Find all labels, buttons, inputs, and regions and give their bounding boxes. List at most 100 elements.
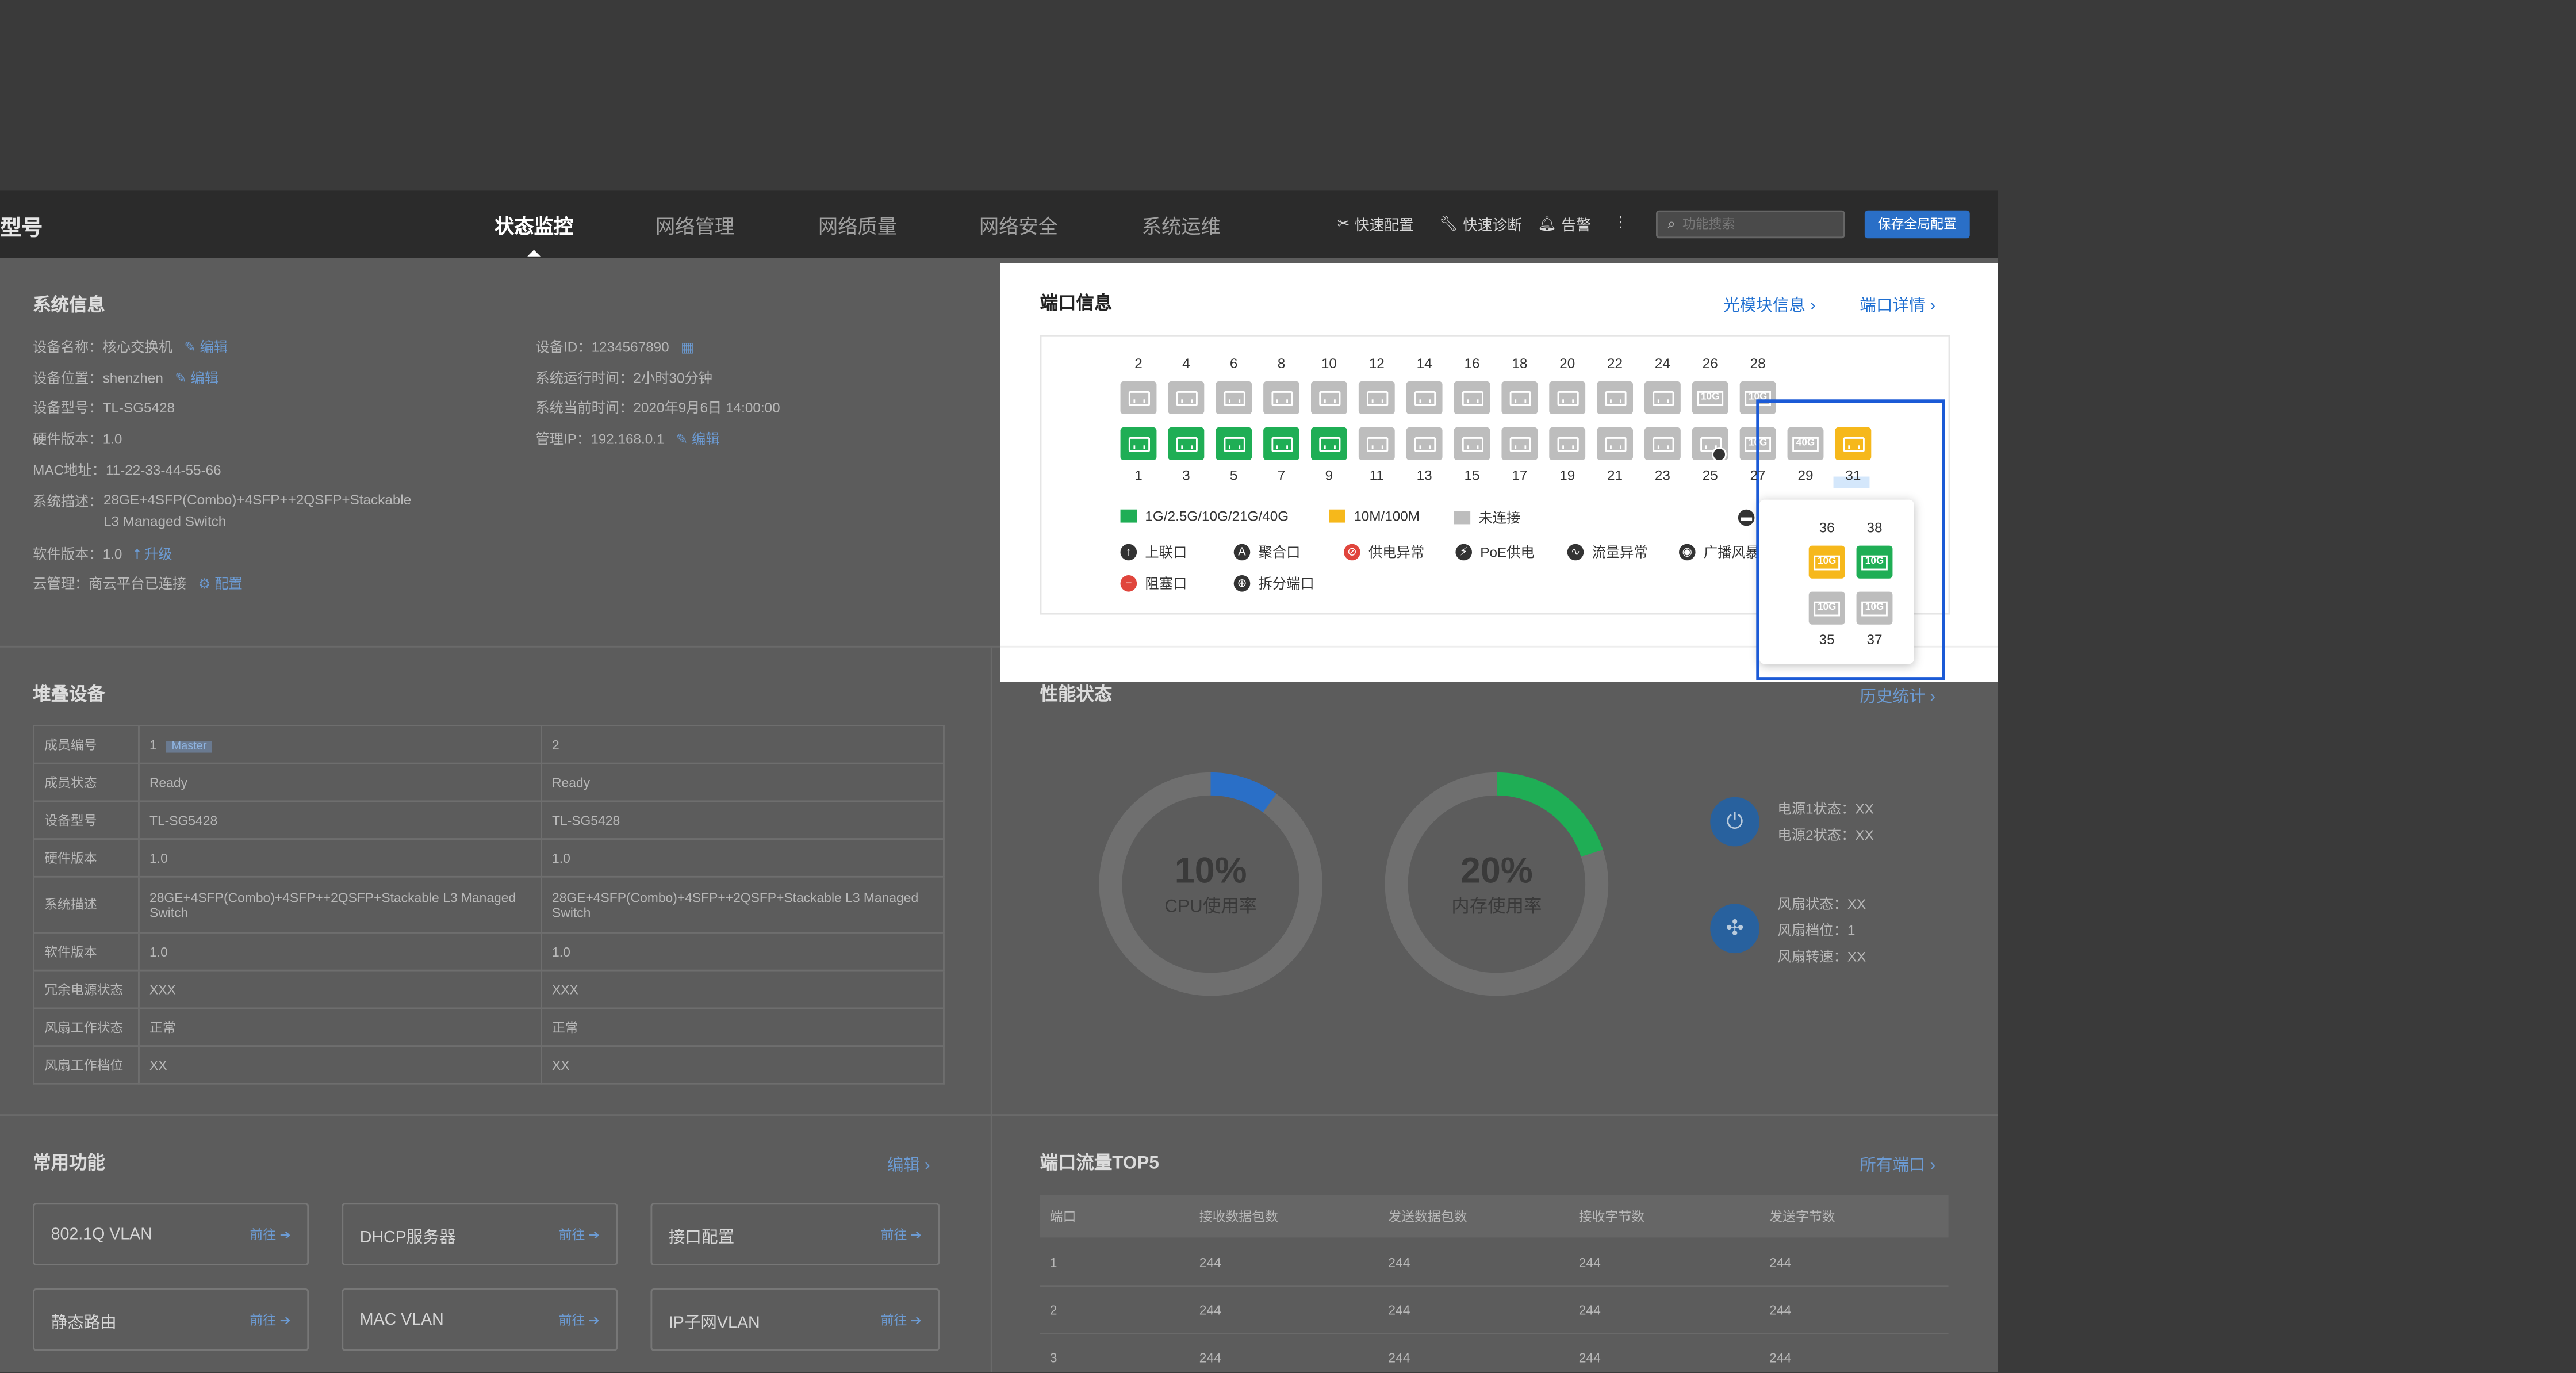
switch-port[interactable] <box>1263 381 1300 414</box>
function-shortcut[interactable]: 802.1Q VLAN 前往 ➔ <box>33 1203 309 1265</box>
switch-port[interactable]: 10G <box>1692 381 1728 414</box>
legend-label: 上联口 <box>1145 544 1187 561</box>
function-shortcut[interactable]: 静态路由 前往 ➔ <box>33 1288 309 1351</box>
cloud-config-link[interactable]: ⚙ 配置 <box>190 575 243 592</box>
optical-module-info-link[interactable]: 光模块信息 › <box>1723 291 1815 315</box>
legend-speed-item: 未连接 <box>1454 508 1520 527</box>
more-menu-button[interactable]: ⋮ <box>1613 213 1628 231</box>
quick-config-button[interactable]: ✂ 快速配置 <box>1337 213 1414 235</box>
switch-port[interactable] <box>1311 427 1347 460</box>
poe-power-icon: ⚡ <box>1455 544 1472 561</box>
function-shortcut[interactable]: DHCP服务器 前往 ➔ <box>342 1203 618 1265</box>
port-number: 23 <box>1654 466 1670 483</box>
nav-network-security[interactable]: 网络安全 <box>979 212 1058 240</box>
power-error-icon: ⊘ <box>1344 544 1360 561</box>
switch-port[interactable] <box>1454 381 1490 414</box>
goto-link[interactable]: 前往 ➔ <box>559 1311 600 1329</box>
switch-port[interactable] <box>1168 427 1205 460</box>
goto-link[interactable]: 前往 ➔ <box>559 1225 600 1243</box>
qrcode-icon[interactable]: ▦ <box>673 339 694 355</box>
ethernet-port-icon <box>1318 436 1340 452</box>
switch-port[interactable] <box>1358 381 1395 414</box>
function-shortcut[interactable]: 接口配置 前往 ➔ <box>650 1203 940 1265</box>
legend-label: 1G/2.5G/10G/21G/40G <box>1145 507 1289 525</box>
stack-devices-table: 成员编号 1 Master 2 成员状态 Ready Ready 设备型号 TL-SG5428 T… <box>33 725 945 1085</box>
switch-port[interactable] <box>1406 427 1443 460</box>
switch-port[interactable] <box>1644 381 1681 414</box>
edit-device-name-link[interactable]: ✎ 编辑 <box>177 339 228 355</box>
goto-link[interactable]: 前往 ➔ <box>881 1311 922 1329</box>
device-id: 设备ID：1234567890 ▦ <box>535 337 693 357</box>
quick-diagnose-button[interactable]: 🔧︎ 快速诊断 <box>1439 213 1522 235</box>
goto-label: 前往 <box>558 1226 585 1242</box>
upgrade-link[interactable]: ⭡ 升级 <box>126 546 172 563</box>
app-root: 型号 状态监控 网络管理 网络质量 网络安全 系统运维 ✂ 快速配置 🔧︎ 快速… <box>0 0 2576 1372</box>
save-global-config-button[interactable]: 保存全局配置 <box>1864 210 1970 239</box>
port-number: 22 <box>1607 355 1623 372</box>
fan-level: 风扇档位：1 <box>1777 921 1856 939</box>
goto-link[interactable]: 前往 ➔ <box>881 1225 922 1243</box>
switch-port[interactable] <box>1549 427 1586 460</box>
common-functions-edit-link[interactable]: 编辑 › <box>887 1150 930 1175</box>
ethernet-port-icon <box>1461 390 1483 406</box>
switch-port[interactable] <box>1406 381 1443 414</box>
ethernet-port-icon <box>1318 390 1340 406</box>
sfp-port-label: 10G <box>1697 390 1723 406</box>
switch-port[interactable] <box>1597 381 1633 414</box>
legend-speed-item: 1G/2.5G/10G/21G/40G <box>1120 507 1289 525</box>
ethernet-port-icon <box>1271 436 1293 452</box>
ethernet-port-icon <box>1413 436 1435 452</box>
switch-port[interactable] <box>1311 381 1347 414</box>
goto-link[interactable]: 前往 ➔ <box>250 1225 290 1243</box>
edit-management-ip-link[interactable]: ✎ 编辑 <box>668 431 720 448</box>
nav-status-monitor[interactable]: 状态监控 <box>494 212 573 240</box>
switch-port[interactable] <box>1501 427 1538 460</box>
switch-port[interactable] <box>1454 427 1490 460</box>
port-number: 6 <box>1229 355 1238 372</box>
port-number: 11 <box>1369 466 1384 483</box>
stack-member1-text: TL-SG5428 <box>150 812 218 828</box>
edit-device-location-link[interactable]: ✎ 编辑 <box>167 370 218 387</box>
function-shortcut[interactable]: IP子网VLAN 前往 ➔ <box>650 1288 940 1351</box>
port-number: 27 <box>1750 466 1766 483</box>
port-number: 12 <box>1368 355 1385 372</box>
switch-port[interactable] <box>1120 427 1157 460</box>
memory-gauge: 20% 内存使用率 <box>1385 772 1609 996</box>
switch-port[interactable] <box>1644 427 1681 460</box>
stack-member1-value: 正常 <box>138 1007 542 1047</box>
goto-link[interactable]: 前往 ➔ <box>250 1311 290 1329</box>
switch-port[interactable] <box>1358 427 1395 460</box>
nav-network-quality[interactable]: 网络质量 <box>818 212 897 240</box>
switch-port[interactable] <box>1216 427 1252 460</box>
all-ports-link[interactable]: 所有端口 › <box>1860 1150 1935 1175</box>
port-details-link[interactable]: 端口详情 › <box>1860 291 1935 315</box>
nav-system-ops[interactable]: 系统运维 <box>1142 212 1221 240</box>
port-number: 15 <box>1464 466 1480 483</box>
port-number: 17 <box>1512 466 1528 483</box>
stack-member2-value: Ready <box>540 762 945 802</box>
switch-port[interactable] <box>1168 381 1205 414</box>
switch-port[interactable] <box>1597 427 1633 460</box>
traffic-cell: 244 <box>1199 1351 1221 1366</box>
switch-port[interactable] <box>1501 381 1538 414</box>
ethernet-port-icon <box>1366 436 1387 452</box>
switch-port[interactable] <box>1120 381 1157 414</box>
port-number: 25 <box>1702 466 1718 483</box>
history-stats-link[interactable]: 历史统计 › <box>1860 682 1935 706</box>
switch-port[interactable] <box>1216 381 1252 414</box>
function-shortcut[interactable]: MAC VLAN 前往 ➔ <box>342 1288 618 1351</box>
stack-member1-value: Ready <box>138 762 542 802</box>
port-number: 3 <box>1182 466 1190 483</box>
aggregation-port-icon: A <box>1233 544 1251 561</box>
alarm-button[interactable]: 🔔︎ 告警 <box>1538 213 1591 235</box>
switch-port[interactable] <box>1549 381 1586 414</box>
mac-address: MAC地址：11-22-33-44-55-66 <box>33 461 221 479</box>
function-search-input[interactable]: ⌕ 功能搜索 <box>1656 210 1845 239</box>
ethernet-port-icon <box>1651 390 1673 406</box>
switch-port[interactable] <box>1263 427 1300 460</box>
ethernet-port-icon <box>1175 390 1197 406</box>
config-label: 配置 <box>214 575 243 592</box>
ethernet-port-icon <box>1604 390 1626 406</box>
ethernet-port-icon <box>1128 436 1149 452</box>
nav-network-management[interactable]: 网络管理 <box>656 212 734 240</box>
